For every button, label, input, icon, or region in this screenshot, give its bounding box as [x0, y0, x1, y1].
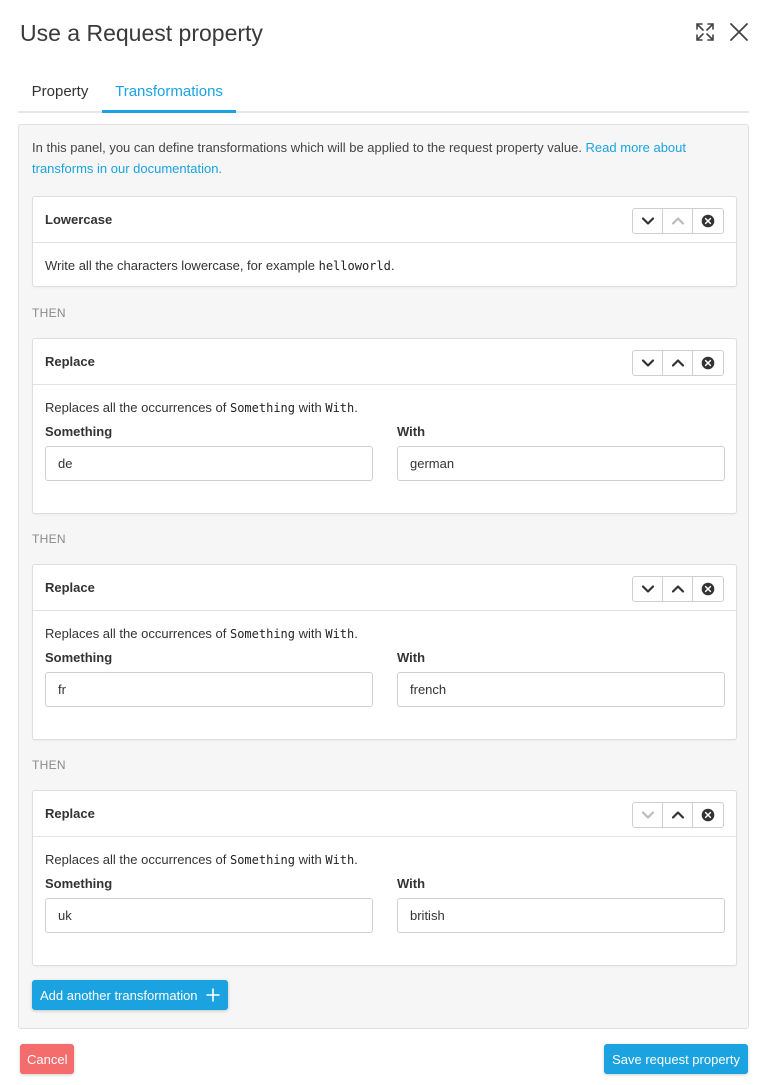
with-label: With [397, 650, 426, 665]
card-description: Replaces all the occurrences of Somethin… [45, 400, 358, 415]
plus-icon [205, 988, 220, 1002]
something-input[interactable] [45, 446, 373, 481]
remove-button[interactable] [693, 209, 723, 233]
something-input[interactable] [45, 672, 373, 707]
transformation-card-replace: Replace Replaces all the occurrences of … [32, 790, 737, 966]
card-header: Lowercase [33, 197, 736, 243]
then-separator: THEN [32, 532, 66, 546]
chevron-up-icon [671, 359, 684, 367]
close-circle-icon [701, 808, 715, 822]
move-down-button[interactable] [633, 351, 663, 375]
with-input[interactable] [397, 672, 725, 707]
close-circle-icon [701, 214, 715, 228]
replace-fields: Something With [45, 650, 725, 730]
save-request-property-button[interactable]: Save request property [604, 1044, 748, 1074]
move-down-button[interactable] [633, 209, 663, 233]
close-icon[interactable] [727, 20, 751, 44]
move-up-button[interactable] [663, 351, 693, 375]
card-body: Replaces all the occurrences of Somethin… [33, 385, 736, 504]
then-separator: THEN [32, 306, 66, 320]
transformations-panel: In this panel, you can define transforma… [18, 124, 749, 1029]
card-description: Replaces all the occurrences of Somethin… [45, 852, 358, 867]
something-label: Something [45, 876, 113, 891]
chevron-up-icon [671, 811, 684, 819]
card-controls [632, 350, 724, 376]
something-label: Something [45, 424, 113, 439]
card-body: Write all the characters lowercase, for … [33, 243, 736, 276]
card-title: Replace [45, 580, 95, 595]
chevron-down-icon [641, 359, 654, 367]
with-field-group: With [397, 650, 725, 707]
something-field-group: Something [45, 650, 373, 707]
card-description: Replaces all the occurrences of Somethin… [45, 626, 358, 641]
something-label: Something [45, 650, 113, 665]
transformation-card-replace: Replace Replaces all the occurrences of … [32, 338, 737, 514]
with-field-group: With [397, 876, 725, 933]
intro-text: In this panel, you can define transforma… [32, 140, 686, 176]
with-label: With [397, 876, 426, 891]
close-circle-icon [701, 356, 715, 370]
tab-transformations[interactable]: Transformations [102, 74, 236, 113]
card-description: Write all the characters lowercase, for … [45, 258, 395, 273]
transformation-card-replace: Replace Replaces all the occurrences of … [32, 564, 737, 740]
card-title: Replace [45, 806, 95, 821]
something-input[interactable] [45, 898, 373, 933]
expand-icon[interactable] [693, 20, 717, 44]
move-up-button[interactable] [663, 577, 693, 601]
card-title: Replace [45, 354, 95, 369]
remove-button[interactable] [693, 803, 723, 827]
replace-fields: Something With [45, 424, 725, 504]
move-up-button[interactable] [663, 209, 693, 233]
with-input[interactable] [397, 446, 725, 481]
add-transformation-label: Add another transformation [40, 987, 198, 1003]
dialog-title: Use a Request property [20, 20, 263, 46]
chevron-down-icon [641, 585, 654, 593]
move-down-button[interactable] [633, 803, 663, 827]
something-field-group: Something [45, 876, 373, 933]
chevron-down-icon [641, 217, 654, 225]
card-title: Lowercase [45, 212, 113, 227]
card-header: Replace [33, 339, 736, 385]
card-header: Replace [33, 791, 736, 837]
chevron-up-icon [671, 585, 684, 593]
tab-property[interactable]: Property [18, 74, 102, 113]
with-input[interactable] [397, 898, 725, 933]
move-down-button[interactable] [633, 577, 663, 601]
move-up-button[interactable] [663, 803, 693, 827]
add-transformation-button[interactable]: Add another transformation [32, 980, 228, 1010]
with-field-group: With [397, 424, 725, 481]
card-header: Replace [33, 565, 736, 611]
remove-button[interactable] [693, 577, 723, 601]
chevron-up-icon [671, 217, 684, 225]
card-controls [632, 802, 724, 828]
card-controls [632, 576, 724, 602]
cancel-button[interactable]: Cancel [20, 1044, 75, 1074]
card-body: Replaces all the occurrences of Somethin… [33, 837, 736, 956]
remove-button[interactable] [693, 351, 723, 375]
something-field-group: Something [45, 424, 373, 481]
chevron-down-icon [641, 811, 654, 819]
with-label: With [397, 424, 426, 439]
then-separator: THEN [32, 758, 66, 772]
transformation-card-lowercase: Lowercase Write all the characters lower… [32, 196, 737, 287]
card-body: Replaces all the occurrences of Somethin… [33, 611, 736, 730]
replace-fields: Something With [45, 876, 725, 956]
card-controls [632, 208, 724, 234]
close-circle-icon [701, 582, 715, 596]
tab-bar: Property Transformations [18, 74, 749, 113]
